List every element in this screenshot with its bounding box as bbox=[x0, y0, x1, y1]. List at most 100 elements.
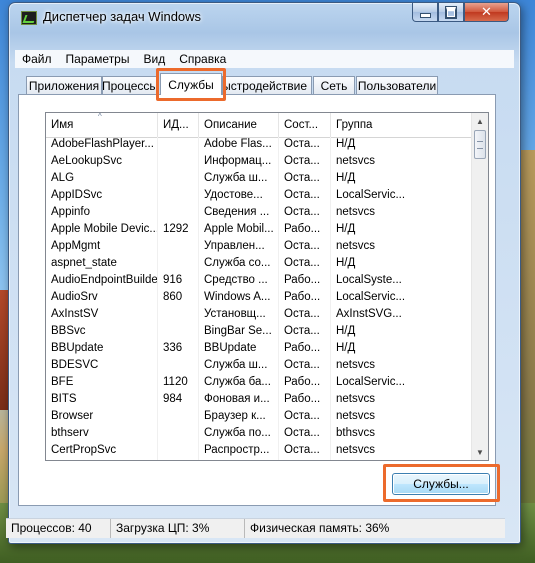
maximize-button[interactable] bbox=[438, 3, 464, 22]
cell-status: Оста... bbox=[279, 324, 331, 341]
status-bar: Процессов: 40 Загрузка ЦП: 3% Физическая… bbox=[6, 518, 505, 538]
cell-description: Средство ... bbox=[199, 273, 279, 290]
cell-description: BBUpdate bbox=[199, 341, 279, 358]
cell-status: Оста... bbox=[279, 137, 331, 154]
cell-description: Установщ... bbox=[199, 307, 279, 324]
scroll-down-icon[interactable]: ▼ bbox=[472, 444, 488, 460]
menu-view[interactable]: Вид bbox=[136, 52, 172, 66]
cell-status: Рабо... bbox=[279, 341, 331, 358]
cell-status: Оста... bbox=[279, 426, 331, 443]
menu-bar: Файл Параметры Вид Справка bbox=[15, 50, 514, 68]
table-row[interactable]: AudioSrv 860 Windows A... Рабо... LocalServi… bbox=[46, 290, 471, 307]
table-row[interactable]: bthserv Служба по... Оста... bthsvcs bbox=[46, 426, 471, 443]
minimize-button[interactable] bbox=[412, 3, 438, 22]
cell-group: netsvcs bbox=[336, 206, 375, 218]
table-row[interactable]: BBUpdate 336 BBUpdate Рабо... Н/Д bbox=[46, 341, 471, 358]
table-row[interactable]: Appinfo Сведения ... Оста... netsvcs bbox=[46, 205, 471, 222]
maximize-icon bbox=[445, 5, 457, 19]
table-row[interactable]: AppMgmt Управлен... Оста... netsvcs bbox=[46, 239, 471, 256]
cell-status: Рабо... bbox=[279, 392, 331, 409]
cell-name: BBUpdate bbox=[46, 341, 158, 358]
cell-status: Рабо... bbox=[279, 375, 331, 392]
cell-name: Apple Mobile Devic... bbox=[46, 222, 158, 239]
table-row[interactable]: BBSvc BingBar Se... Оста... Н/Д bbox=[46, 324, 471, 341]
cell-status: Оста... bbox=[279, 239, 331, 256]
vertical-scrollbar[interactable]: ▲ ▼ bbox=[471, 113, 488, 460]
table-row[interactable]: CertPropSvc Распростр... Оста... netsvcs bbox=[46, 443, 471, 460]
cell-name: Appinfo bbox=[46, 205, 158, 222]
cell-group: LocalServic... bbox=[336, 376, 406, 388]
cell-description: Фоновая и... bbox=[199, 392, 279, 409]
cell-status: Оста... bbox=[279, 171, 331, 188]
table-row[interactable]: BFE 1120 Служба ба... Рабо... LocalServic... bbox=[46, 375, 471, 392]
cell-pid bbox=[158, 426, 199, 443]
cell-status: Оста... bbox=[279, 358, 331, 375]
column-header-status[interactable]: Сост... bbox=[279, 113, 331, 137]
table-row[interactable]: ALG Служба ш... Оста... Н/Д bbox=[46, 171, 471, 188]
cell-pid: 860 bbox=[158, 290, 199, 307]
table-row[interactable]: BITS 984 Фоновая и... Рабо... netsvcs bbox=[46, 392, 471, 409]
tab-users[interactable]: Пользователи bbox=[356, 76, 438, 94]
cell-description: Apple Mobil... bbox=[199, 222, 279, 239]
cell-status: Оста... bbox=[279, 409, 331, 426]
status-memory: Физическая память: 36% bbox=[250, 521, 390, 535]
tab-services[interactable]: Службы bbox=[160, 73, 222, 95]
cell-status: Рабо... bbox=[279, 222, 331, 239]
cell-group: Н/Д bbox=[336, 223, 356, 235]
cell-status: Рабо... bbox=[279, 290, 331, 307]
menu-file[interactable]: Файл bbox=[15, 52, 59, 66]
scroll-thumb[interactable] bbox=[474, 130, 486, 159]
tab-processes[interactable]: Процессы bbox=[102, 76, 158, 94]
close-button[interactable]: ✕ bbox=[464, 3, 509, 22]
table-row[interactable]: AudioEndpointBuilder 916 Средство ... Рабо.… bbox=[46, 273, 471, 290]
window-title: Диспетчер задач Windows bbox=[43, 9, 202, 24]
table-row[interactable]: AxInstSV Установщ... Оста... AxInstSVG... bbox=[46, 307, 471, 324]
cell-pid bbox=[158, 358, 199, 375]
table-row[interactable]: AdobeFlashPlayer... Adobe Flas... Оста... Н… bbox=[46, 137, 471, 154]
column-header-description[interactable]: Описание bbox=[199, 113, 279, 137]
menu-options[interactable]: Параметры bbox=[59, 52, 137, 66]
cell-name: BDESVC bbox=[46, 358, 158, 375]
cell-description: Управлен... bbox=[199, 239, 279, 256]
table-row[interactable]: BDESVC Служба ш... Оста... netsvcs bbox=[46, 358, 471, 375]
table-row[interactable]: Apple Mobile Devic... 1292 Apple Mobil... Р… bbox=[46, 222, 471, 239]
cell-description: Служба со... bbox=[199, 256, 279, 273]
status-cpu: Загрузка ЦП: 3% bbox=[111, 519, 245, 538]
tab-network[interactable]: Сеть bbox=[313, 76, 355, 94]
cell-pid: 336 bbox=[158, 341, 199, 358]
cell-group: netsvcs bbox=[336, 410, 375, 422]
cell-group: netsvcs bbox=[336, 240, 375, 252]
cell-name: BITS bbox=[46, 392, 158, 409]
cell-name: AdobeFlashPlayer... bbox=[46, 137, 158, 154]
cell-group: LocalSyste... bbox=[336, 274, 402, 286]
cell-group: netsvcs bbox=[336, 359, 375, 371]
cell-name: AppMgmt bbox=[46, 239, 158, 256]
table-row[interactable]: AeLookupSvc Информац... Оста... netsvcs bbox=[46, 154, 471, 171]
table-row[interactable]: Browser Браузер к... Оста... netsvcs bbox=[46, 409, 471, 426]
cell-name: AudioEndpointBuilder bbox=[46, 273, 158, 290]
menu-help[interactable]: Справка bbox=[172, 52, 233, 66]
table-row[interactable]: aspnet_state Служба со... Оста... Н/Д bbox=[46, 256, 471, 273]
tab-applications[interactable]: Приложения bbox=[26, 76, 102, 94]
cell-pid bbox=[158, 324, 199, 341]
column-header-name[interactable]: ^ Имя bbox=[46, 113, 158, 137]
tab-performance[interactable]: Быстродействие bbox=[222, 76, 312, 94]
column-header-pid[interactable]: ИД... bbox=[158, 113, 199, 137]
services-button[interactable]: Службы... bbox=[392, 473, 490, 495]
services-list[interactable]: ^ Имя ИД... Описание Сост... Группа Adob… bbox=[45, 112, 489, 461]
scroll-up-icon[interactable]: ▲ bbox=[472, 113, 488, 129]
table-row[interactable]: AppIDSvc Удостове... Оста... LocalServic... bbox=[46, 188, 471, 205]
sort-ascending-icon: ^ bbox=[98, 113, 102, 121]
cell-description: BingBar Se... bbox=[199, 324, 279, 341]
column-header-group[interactable]: Группа bbox=[331, 113, 471, 137]
cell-group: Н/Д bbox=[336, 172, 356, 184]
cell-name: AeLookupSvc bbox=[46, 154, 158, 171]
cell-description: Служба ба... bbox=[199, 375, 279, 392]
cell-description: Служба ш... bbox=[199, 358, 279, 375]
cell-group: LocalServic... bbox=[336, 189, 406, 201]
title-bar[interactable]: Диспетчер задач Windows ✕ bbox=[9, 3, 520, 31]
cell-status: Оста... bbox=[279, 256, 331, 273]
cell-description: Служба ш... bbox=[199, 171, 279, 188]
cell-group: netsvcs bbox=[336, 393, 375, 405]
cell-name: aspnet_state bbox=[46, 256, 158, 273]
